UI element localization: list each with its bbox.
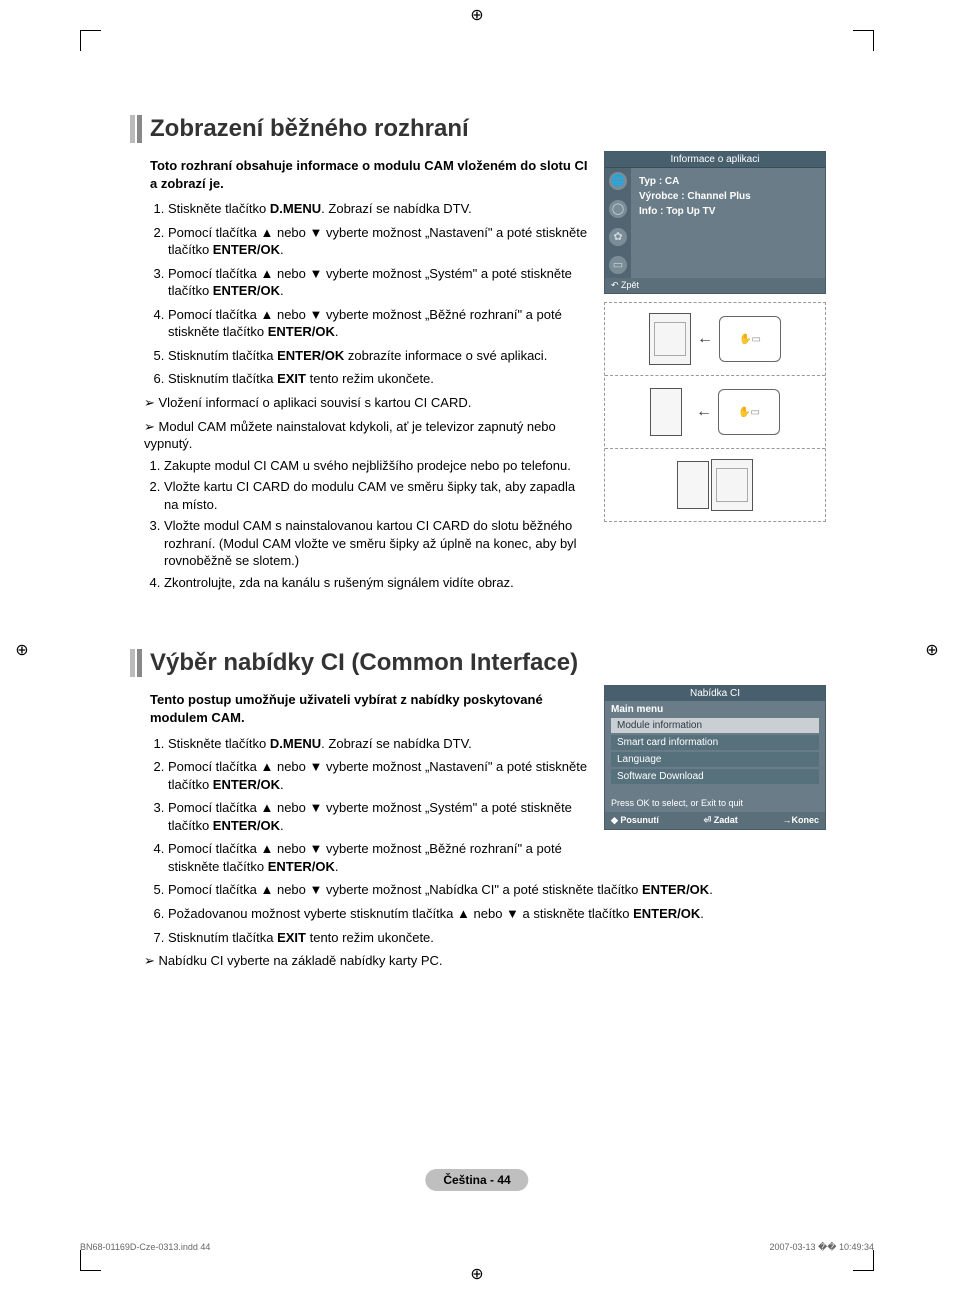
registration-mark-icon: ⊕ <box>14 643 30 659</box>
tv-slot-icon <box>650 388 682 436</box>
page-number: Čeština - 44 <box>425 1169 528 1191</box>
step-item: Pomocí tlačítka ▲ nebo ▼ vyberte možnost… <box>168 799 590 834</box>
section-intro: Tento postup umožňuje uživateli vybírat … <box>150 691 590 726</box>
substep-item: Zkontrolujte, zda na kanálu s rušeným si… <box>164 574 590 592</box>
step-item: Stiskněte tlačítko D.MENU. Zobrazí se na… <box>168 200 590 218</box>
substep-item: Vložte modul CAM s nainstalovanou kartou… <box>164 517 590 570</box>
hand-module-icon: ✋▭ <box>718 389 780 435</box>
osd-title: Informace o aplikaci <box>605 152 825 168</box>
step-item: Pomocí tlačítka ▲ nebo ▼ vyberte možnost… <box>168 758 590 793</box>
registration-mark-icon: ⊕ <box>924 643 940 659</box>
install-diagram: ← ✋▭ ← ✋▭ <box>604 302 826 522</box>
note-item: Vložení informací o aplikaci souvisí s k… <box>144 394 590 412</box>
step-item: Stisknutím tlačítka EXIT tento režim uko… <box>168 370 590 388</box>
title-accent-bars <box>130 649 142 677</box>
crop-mark <box>853 1250 874 1271</box>
footer-timestamp: 2007-03-13 �� 10:49:34 <box>769 1242 874 1253</box>
ci-module-icon <box>711 459 753 511</box>
crop-mark <box>80 30 101 51</box>
ci-menu-item: Language <box>611 752 819 767</box>
ci-menu-main-label: Main menu <box>605 701 825 718</box>
arrow-left-icon: ← <box>697 330 713 348</box>
osd-info-line: Info : Top Up TV <box>639 204 817 219</box>
globe-icon: 🌐 <box>609 172 627 190</box>
circle-icon: ◯ <box>609 200 627 218</box>
section-title: Zobrazení běžného rozhraní <box>150 115 469 143</box>
arrow-left-icon: ← <box>696 403 712 421</box>
title-accent-bars <box>130 115 142 143</box>
note-item: Nabídku CI vyberte na základě nabídky ka… <box>144 952 824 970</box>
osd-ci-menu: Nabídka CI Main menu Module information … <box>604 685 826 830</box>
ci-menu-item: Software Download <box>611 769 819 784</box>
tv-slot-inserted-icon <box>677 461 709 509</box>
ci-footer-exit: →Konec <box>782 815 819 826</box>
substep-item: Zakupte modul CI CAM u svého nejbližšího… <box>164 457 590 475</box>
ci-menu-hint: Press OK to select, or Exit to quit <box>605 794 825 812</box>
step-item: Pomocí tlačítka ▲ nebo ▼ vyberte možnost… <box>168 881 824 899</box>
section-title: Výběr nabídky CI (Common Interface) <box>150 649 578 677</box>
ci-menu-title: Nabídka CI <box>605 686 825 701</box>
step-item: Stisknutím tlačítka ENTER/OK zobrazíte i… <box>168 347 590 365</box>
substep-item: Vložte kartu CI CARD do modulu CAM ve sm… <box>164 478 590 513</box>
footer-filename: BN68-01169D-Cze-0313.indd 44 <box>80 1242 210 1253</box>
ci-menu-item: Module information <box>611 718 819 733</box>
ci-menu-item: Smart card information <box>611 735 819 750</box>
registration-mark-icon: ⊕ <box>469 1267 485 1283</box>
osd-back-label: Zpět <box>605 278 825 293</box>
step-item: Pomocí tlačítka ▲ nebo ▼ vyberte možnost… <box>168 840 590 875</box>
ci-footer-enter: ⏎ Zadat <box>704 815 738 826</box>
step-item: Stisknutím tlačítka EXIT tento režim uko… <box>168 929 824 947</box>
osd-info-line: Typ : CA <box>639 174 817 189</box>
ci-module-icon <box>649 313 691 365</box>
step-item: Pomocí tlačítka ▲ nebo ▼ vyberte možnost… <box>168 265 590 300</box>
step-item: Pomocí tlačítka ▲ nebo ▼ vyberte možnost… <box>168 224 590 259</box>
registration-mark-icon: ⊕ <box>469 8 485 24</box>
crop-mark <box>853 30 874 51</box>
step-item: Pomocí tlačítka ▲ nebo ▼ vyberte možnost… <box>168 306 590 341</box>
step-item: Stiskněte tlačítko D.MENU. Zobrazí se na… <box>168 735 590 753</box>
doc-icon: ▭ <box>609 256 627 274</box>
section-intro: Toto rozhraní obsahuje informace o modul… <box>150 157 590 192</box>
crop-mark <box>80 1250 101 1271</box>
osd-info-line: Výrobce : Channel Plus <box>639 189 817 204</box>
note-item: Modul CAM můžete nainstalovat kdykoli, a… <box>144 418 590 592</box>
step-item: Požadovanou možnost vyberte stisknutím t… <box>168 905 824 923</box>
hand-card-icon: ✋▭ <box>719 316 781 362</box>
osd-app-info: Informace o aplikaci 🌐 ◯ ✿ ▭ Typ : CA Vý… <box>604 151 826 294</box>
ci-footer-move: ◆ Posunutí <box>611 815 659 826</box>
gear-icon: ✿ <box>609 228 627 246</box>
